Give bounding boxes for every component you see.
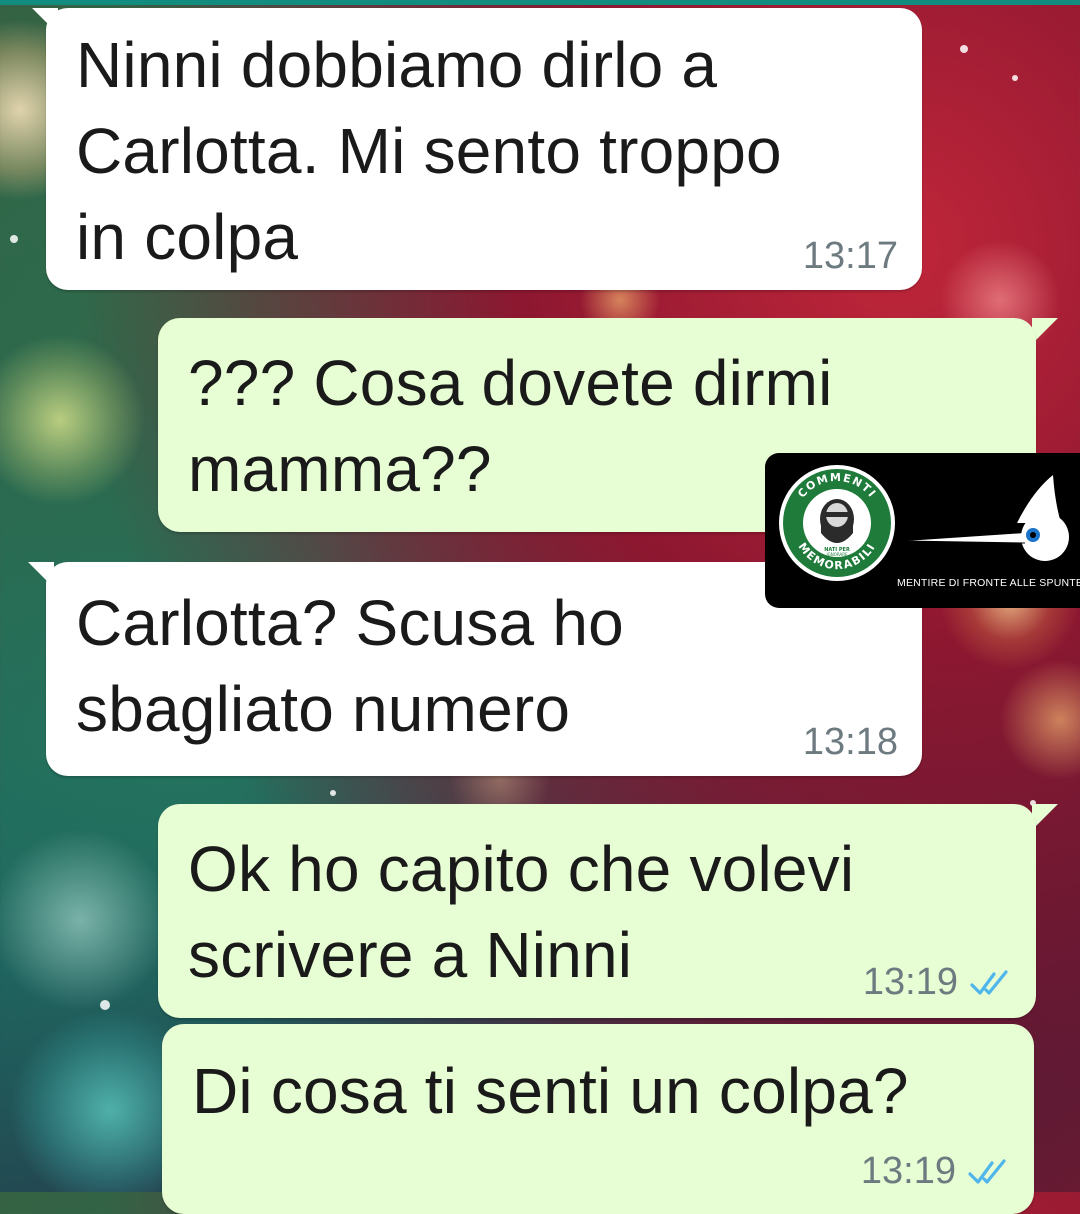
watermark-caption: MENTIRE DI FRONTE ALLE SPUNTE BLU [897,577,1080,589]
pinocchio-head-icon [905,475,1069,561]
svg-text:IGNORARE: IGNORARE [826,552,848,557]
watermark-overlay: COMMENTI MEMORABILI NATI PER IGNORARE ME… [765,453,1080,608]
message-meta: 13:18 [803,721,898,764]
message-text: Ok ho capito che volevi scrivere a Ninni [188,833,855,991]
wallpaper-sparkle [960,45,968,53]
message-meta: 13:19 [863,961,1014,1004]
message-bubble-outgoing[interactable]: Di cosa ti senti un colpa? 13:19 [162,1024,1034,1214]
double-check-icon [970,969,1008,995]
wallpaper-sparkle [1012,75,1018,81]
message-text: Ninni dobbiamo dirlo a Carlotta. Mi sent… [76,29,782,273]
message-bubble-incoming[interactable]: Ninni dobbiamo dirlo a Carlotta. Mi sent… [46,8,922,290]
message-bubble-outgoing[interactable]: Ok ho capito che volevi scrivere a Ninni… [158,804,1036,1018]
message-meta: 13:17 [803,235,898,278]
message-time: 13:18 [802,721,898,763]
message-time: 13:19 [862,961,958,1003]
wallpaper-sparkle [10,235,18,243]
commenti-memorabili-logo: COMMENTI MEMORABILI NATI PER IGNORARE [779,465,895,581]
top-status-bar [0,0,1080,5]
double-check-icon [968,1158,1006,1184]
wallpaper-sparkle [100,1000,110,1010]
message-text: ??? Cosa dovete dirmi mamma?? [188,347,833,505]
message-text: Di cosa ti senti un colpa? [192,1055,909,1127]
message-time: 13:17 [802,235,898,277]
message-time: 13:19 [860,1150,956,1192]
wallpaper-sparkle [330,790,336,796]
message-meta: 13:19 [861,1150,1012,1193]
message-text: Carlotta? Scusa ho sbagliato numero [76,587,624,745]
